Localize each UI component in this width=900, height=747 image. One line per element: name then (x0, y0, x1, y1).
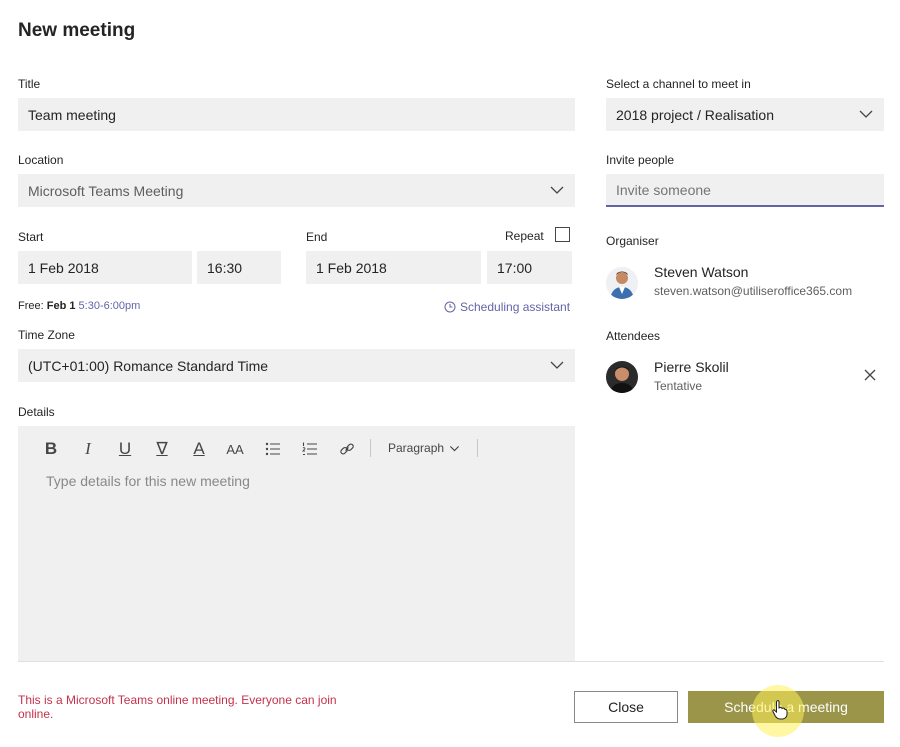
attendees-label: Attendees (606, 329, 661, 343)
start-label: Start (18, 230, 44, 244)
highlight-button[interactable]: ∇ (151, 438, 173, 460)
person-icon (606, 361, 638, 393)
organiser-name: Steven Watson (654, 264, 749, 280)
remove-attendee-button[interactable] (862, 367, 878, 383)
invite-label: Invite people (606, 153, 675, 167)
scheduling-assistant-link[interactable]: Scheduling assistant (444, 300, 570, 314)
numbered-list-button[interactable] (299, 438, 321, 460)
attendee-name: Pierre Skolil (654, 359, 729, 375)
paragraph-dropdown[interactable]: Paragraph (388, 441, 460, 455)
timezone-dropdown[interactable]: (UTC+01:00) Romance Standard Time (18, 349, 575, 382)
start-date-input[interactable]: 1 Feb 2018 (18, 251, 192, 284)
free-time: 5:30-6:00pm (78, 300, 141, 312)
font-color-button[interactable]: A (188, 438, 210, 460)
start-date-value: 1 Feb 2018 (28, 259, 99, 276)
online-meeting-notice: This is a Microsoft Teams online meeting… (18, 693, 337, 721)
bulleted-list-button[interactable] (262, 438, 284, 460)
organiser-avatar (606, 267, 638, 299)
title-label: Title (18, 77, 41, 91)
clock-icon (444, 301, 456, 313)
bold-button[interactable]: B (40, 438, 62, 460)
link-icon (340, 443, 354, 455)
chevron-down-icon (550, 361, 564, 369)
numbered-list-icon (302, 442, 317, 456)
paragraph-label: Paragraph (388, 441, 445, 455)
location-dropdown[interactable]: Microsoft Teams Meeting (18, 174, 575, 207)
invite-people-input[interactable] (606, 174, 884, 207)
close-button[interactable]: Close (574, 691, 678, 723)
bulleted-list-icon (265, 442, 280, 456)
repeat-checkbox[interactable] (555, 227, 570, 242)
end-date-input[interactable]: 1 Feb 2018 (306, 251, 481, 284)
details-editor[interactable] (18, 426, 575, 661)
details-placeholder: Type details for this new meeting (46, 473, 250, 489)
timezone-value: (UTC+01:00) Romance Standard Time (28, 357, 269, 374)
end-time-value: 17:00 (497, 259, 533, 276)
repeat-label: Repeat (505, 229, 544, 243)
start-time-value: 16:30 (207, 259, 243, 276)
end-label: End (306, 230, 328, 244)
person-icon (606, 267, 638, 299)
title-input[interactable]: Team meeting (18, 98, 575, 131)
free-prefix: Free: (18, 300, 44, 312)
toolbar-divider (370, 439, 371, 457)
underline-button[interactable]: U (114, 438, 136, 460)
attendee-avatar (606, 361, 638, 393)
hand-cursor-icon (772, 700, 788, 720)
timezone-label: Time Zone (18, 328, 75, 342)
title-input-value: Team meeting (28, 106, 116, 123)
link-button[interactable] (336, 438, 358, 460)
organiser-label: Organiser (606, 234, 659, 248)
end-time-input[interactable]: 17:00 (487, 251, 572, 284)
close-button-label: Close (608, 699, 644, 715)
start-time-input[interactable]: 16:30 (197, 251, 281, 284)
footer-divider (18, 661, 884, 662)
chevron-down-icon (859, 110, 873, 118)
organiser-email: steven.watson@utiliseroffice365.com (654, 284, 853, 298)
free-time-hint: Free: Feb 1 5:30-6:00pm (18, 300, 140, 312)
channel-dropdown[interactable]: 2018 project / Realisation (606, 98, 884, 131)
font-size-button[interactable]: AA (224, 438, 246, 460)
font-size-icon: AA (226, 441, 244, 457)
free-date: Feb 1 (46, 300, 76, 312)
details-label: Details (18, 405, 55, 419)
channel-value: 2018 project / Realisation (616, 106, 774, 123)
toolbar-divider (477, 439, 478, 457)
bold-glyph: B (44, 439, 58, 458)
location-label: Location (18, 153, 64, 167)
underline-glyph: U (118, 439, 132, 458)
attendee-status: Tentative (654, 379, 703, 393)
font-color-icon: A (193, 439, 205, 458)
italic-button[interactable]: I (77, 438, 99, 460)
chevron-down-icon (550, 186, 564, 194)
location-value: Microsoft Teams Meeting (28, 182, 184, 199)
channel-label: Select a channel to meet in (606, 77, 751, 91)
highlight-icon: ∇ (156, 439, 168, 458)
end-date-value: 1 Feb 2018 (316, 259, 387, 276)
close-icon (864, 369, 876, 381)
chevron-down-icon (450, 445, 460, 451)
dialog-title: New meeting (18, 20, 136, 41)
italic-glyph: I (85, 439, 91, 458)
scheduling-assistant-label: Scheduling assistant (460, 300, 571, 314)
